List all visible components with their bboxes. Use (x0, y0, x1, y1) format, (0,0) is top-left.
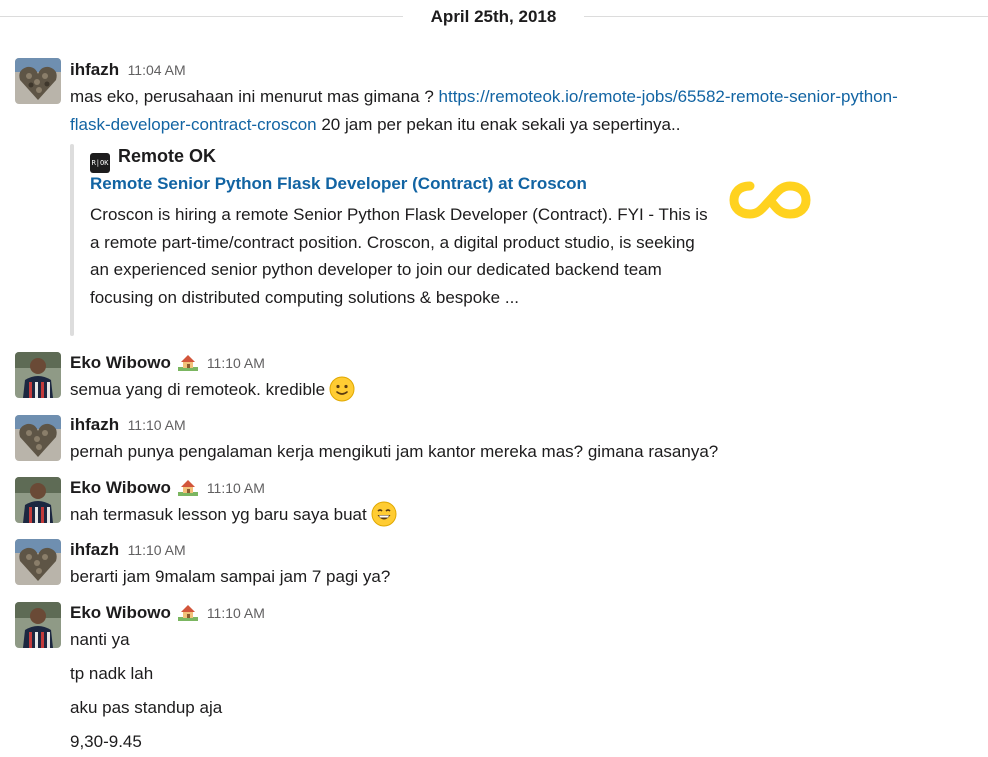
chat-message-list: April 25th, 2018 ihfazh 11:04 AM mas eko… (0, 0, 988, 757)
avatar-eko-wibowo[interactable] (15, 602, 61, 648)
message-header: Eko Wibowo 11:10 AM (70, 478, 265, 500)
message-text-segment: 20 jam per pekan itu enak sekali ya sepe… (316, 115, 681, 134)
date-divider: April 25th, 2018 (0, 0, 988, 36)
message-text: nah termasuk lesson yg baru saya buat (70, 501, 397, 536)
date-divider-label[interactable]: April 25th, 2018 (403, 7, 584, 27)
message-text: nanti ya (70, 630, 130, 649)
avatar-eko-wibowo[interactable] (15, 352, 61, 398)
message-timestamp[interactable]: 11:10 AM (207, 355, 265, 371)
attachment-service-name: Remote OK (118, 146, 217, 166)
message-text: 9,30-9.45 (70, 732, 142, 751)
slightly-smiling-face-icon (329, 376, 355, 411)
message-link[interactable]: https://remoteok.io/remote-jobs/65582-re… (439, 87, 898, 106)
attachment-description: Croscon is hiring a remote Senior Python… (90, 205, 708, 307)
message-link-continued[interactable]: flask-developer-contract-croscon (70, 115, 317, 134)
message-timestamp[interactable]: 11:04 AM (128, 62, 186, 78)
message-text: aku pas standup aja (70, 698, 223, 717)
remote-ok-logo-icon: R|OK (90, 153, 110, 173)
message-header: Eko Wibowo 11:10 AM (70, 353, 265, 375)
divider-line (0, 16, 403, 17)
message-text: pernah punya pengalaman kerja mengikuti … (70, 442, 719, 461)
attachment-border (70, 144, 74, 336)
house-with-garden-icon[interactable] (178, 478, 199, 501)
message-header: ihfazh 11:04 AM (70, 60, 186, 82)
sender-name[interactable]: Eko Wibowo (70, 603, 171, 622)
message-timestamp[interactable]: 11:10 AM (128, 417, 186, 433)
message-text: berarti jam 9malam sampai jam 7 pagi ya? (70, 567, 391, 586)
message-text-segment: nah termasuk lesson yg baru saya buat (70, 505, 367, 524)
message-text: mas eko, perusahaan ini menurut mas gima… (70, 83, 898, 139)
house-with-garden-icon[interactable] (178, 603, 199, 626)
divider-line (584, 16, 988, 17)
sender-name[interactable]: ihfazh (70, 540, 119, 559)
message-text-segment: mas eko, perusahaan ini menurut mas gima… (70, 87, 439, 106)
message-text: tp nadk lah (70, 664, 154, 683)
sender-name[interactable]: Eko Wibowo (70, 353, 171, 372)
sender-name[interactable]: Eko Wibowo (70, 478, 171, 497)
message-header: Eko Wibowo 11:10 AM (70, 603, 265, 625)
message-header: ihfazh 11:10 AM (70, 540, 186, 562)
avatar-ihfazh[interactable] (15, 539, 61, 585)
attachment-title-link[interactable]: Remote Senior Python Flask Developer (Co… (90, 174, 587, 194)
message-text-segment: semua yang di remoteok. kredible (70, 380, 326, 399)
grinning-face-icon (371, 501, 397, 536)
avatar-ihfazh[interactable] (15, 58, 61, 104)
message-text: semua yang di remoteok. kredible (70, 376, 355, 411)
avatar-ihfazh[interactable] (15, 415, 61, 461)
sender-name[interactable]: ihfazh (70, 415, 119, 434)
message-timestamp[interactable]: 11:10 AM (128, 542, 186, 558)
message-timestamp[interactable]: 11:10 AM (207, 480, 265, 496)
avatar-eko-wibowo[interactable] (15, 477, 61, 523)
attachment-service: R|OK Remote OK (90, 146, 217, 173)
sender-name[interactable]: ihfazh (70, 60, 119, 79)
infinity-logo-icon[interactable] (728, 178, 812, 227)
house-with-garden-icon[interactable] (178, 353, 199, 376)
message-timestamp[interactable]: 11:10 AM (207, 605, 265, 621)
message-header: ihfazh 11:10 AM (70, 415, 186, 437)
